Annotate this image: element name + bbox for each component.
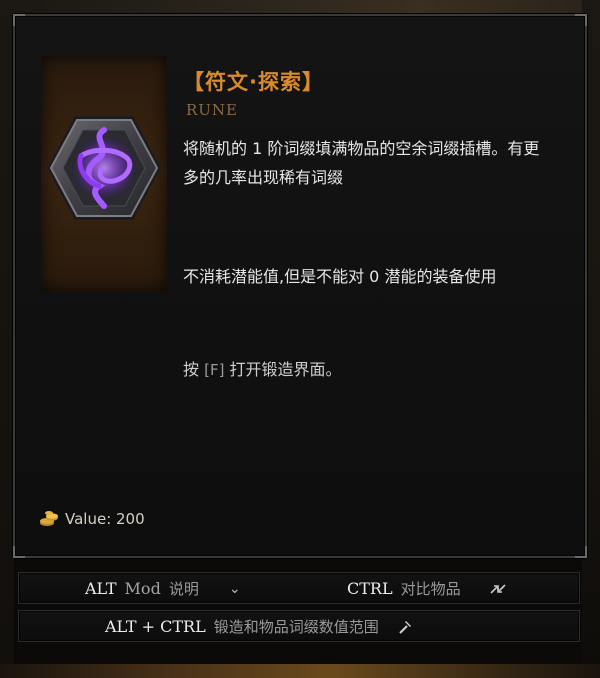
coin-stack-icon xyxy=(40,511,58,526)
mod-label: Mod xyxy=(124,579,161,598)
footer-row-2: ALT + CTRL 锻造和物品词缀数值范围 xyxy=(18,610,580,642)
item-type: RUNE xyxy=(186,101,239,119)
item-value: Value: 200 xyxy=(39,510,145,528)
chevron-down-icon[interactable]: ⌄ xyxy=(229,581,241,597)
forge-hint: 按 [F] 打开锻造界面。 xyxy=(183,356,342,380)
background-top xyxy=(0,0,600,14)
corner-ornament xyxy=(575,14,587,26)
compare-icon[interactable] xyxy=(489,581,507,597)
hammer-icon[interactable] xyxy=(397,619,413,635)
alt-key-label: ALT xyxy=(85,579,117,598)
corner-ornament xyxy=(13,14,25,26)
item-title: 【符文·探索】 xyxy=(183,70,324,94)
alt-ctrl-key-label: ALT + CTRL xyxy=(105,617,206,636)
hint-key: [F] xyxy=(204,361,225,379)
alt-ctrl-text: 锻造和物品词缀数值范围 xyxy=(213,618,379,636)
alt-ctrl-forge-ranges[interactable]: ALT + CTRL 锻造和物品词缀数值范围 xyxy=(105,616,413,637)
item-description: 将随机的 1 阶词缀填满物品的空余词缀插槽。有更多的几率出现稀有词缀 xyxy=(183,139,540,187)
footer-row-1: ALT Mod 说明 ⌄ CTRL 对比物品 xyxy=(18,572,580,604)
corner-ornament xyxy=(13,546,25,558)
background-left xyxy=(0,0,14,678)
value-text: Value: 200 xyxy=(65,510,145,528)
hint-prefix: 按 xyxy=(183,360,200,379)
item-icon-frame xyxy=(41,56,167,292)
item-description-note: 不消耗潜能值,但是不能对 0 潜能的装备使用 xyxy=(183,267,497,286)
alt-mod-help[interactable]: ALT Mod 说明 ⌄ xyxy=(85,578,241,599)
rune-icon xyxy=(47,116,161,220)
alt-help-text: 说明 xyxy=(168,580,199,598)
corner-ornament xyxy=(575,546,587,558)
ctrl-compare[interactable]: CTRL 对比物品 xyxy=(347,578,507,599)
background-bottom xyxy=(0,664,600,678)
item-tooltip: 【符文·探索】 RUNE 将随机的 1 阶词缀填满物品的空余词缀插槽。有更多的几… xyxy=(13,14,587,558)
hint-suffix: 打开锻造界面。 xyxy=(229,360,342,379)
ctrl-compare-text: 对比物品 xyxy=(400,580,461,598)
ctrl-key-label: CTRL xyxy=(347,579,393,598)
